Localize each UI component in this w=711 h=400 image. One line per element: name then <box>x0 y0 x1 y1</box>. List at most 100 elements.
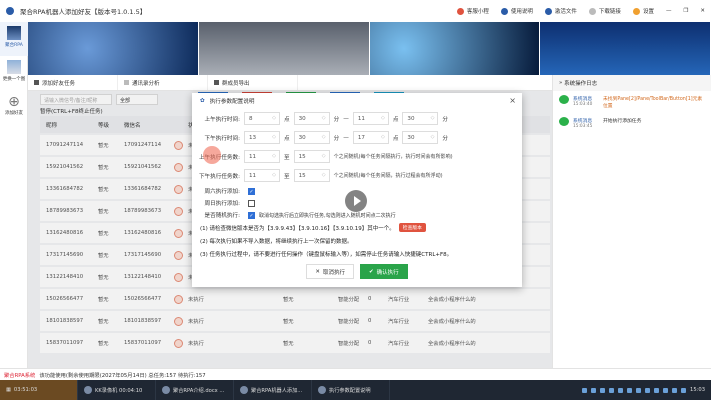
tray-icon[interactable] <box>600 387 606 393</box>
app-logo-icon <box>6 7 14 15</box>
tray-icon[interactable] <box>681 387 687 393</box>
taskbar-item[interactable]: 聚合RPA介绍.docx ... <box>156 380 234 400</box>
tray-icon[interactable] <box>582 387 588 393</box>
tray-icon[interactable] <box>627 387 633 393</box>
confirm-button[interactable]: ✔ 确认执行 <box>360 264 408 279</box>
tab-bar: 添加好友任务 通讯录分析 群成员导出 <box>28 75 552 91</box>
windows-icon <box>214 80 219 85</box>
tray-icon[interactable] <box>609 387 615 393</box>
task-count-row: 上午执行任务数:11至15个之间随机(每个任务间隔执行，执行时间会有所影响) <box>192 147 522 166</box>
taskbar-item-label: KK录像机 00:04:10 <box>95 387 143 394</box>
field-label: 下午执行任务数: <box>198 173 240 180</box>
note-text: (3) 任务执行过程中，请不要进行任何操作（键盘鼠标输入等），如需停止任务请输入… <box>200 251 453 258</box>
taskbar-item[interactable]: 聚合RPA机器人添加... <box>234 380 312 400</box>
number-stepper[interactable]: 17 <box>352 131 389 144</box>
log-sender: 系统消息 15:03:40 <box>573 95 599 109</box>
number-stepper[interactable]: 11 <box>244 150 280 163</box>
number-stepper[interactable]: 11 <box>244 169 280 182</box>
check-version-button[interactable]: 检查版本 <box>398 223 426 232</box>
banner-image <box>28 22 199 75</box>
tab-contacts[interactable]: 通讯录分析 <box>118 75 208 90</box>
log-panel-title: 系统操作日志 <box>564 81 598 87</box>
tray-icon[interactable] <box>591 387 597 393</box>
separator: — <box>343 115 349 122</box>
sidebar-item-add[interactable]: ⊕ 添加好友 <box>0 90 28 116</box>
app-icon <box>240 386 248 394</box>
tab-group-export[interactable]: 群成员导出 <box>208 75 298 90</box>
number-stepper[interactable]: 30 <box>293 131 330 144</box>
log-message: 系统消息 15:03:40 未找到Pane[2]/Pane/ToolBar/Butt… <box>553 91 711 113</box>
log-message: 系统消息 15:03:45 开始执行添加任务 <box>553 113 711 133</box>
tab-add-friends[interactable]: 添加好友任务 <box>28 75 118 90</box>
tray-clock: 15:03 <box>690 387 705 393</box>
dialog-title: 执行参数配置说明 <box>209 99 255 105</box>
number-stepper[interactable]: 11 <box>352 112 389 125</box>
sidebar-item-image[interactable]: 更换一个图 <box>0 56 28 90</box>
system-tray: 15:03 <box>582 387 711 393</box>
log-time: 15:03:40 <box>573 102 593 107</box>
top-action-settings[interactable]: 设置 <box>632 7 654 15</box>
number-stepper[interactable]: 13 <box>244 131 280 144</box>
start-button[interactable]: ▦ 03:51:03 <box>0 380 78 400</box>
status-bar: 聚合RPA系统 该功能使用(剩余使用期限(2027年05月14日) 总任务:15… <box>0 368 711 380</box>
cancel-button[interactable]: ✕ 取消执行 <box>306 264 354 279</box>
top-action-download[interactable]: 下载链接 <box>588 7 621 15</box>
tray-icon[interactable] <box>636 387 642 393</box>
checkbox[interactable]: ✓ <box>248 211 255 219</box>
app-icon <box>162 386 170 394</box>
time-row: 上午执行时间:8点30分—11点30分 <box>192 109 522 128</box>
checkbox[interactable]: ✓ <box>248 187 255 195</box>
top-action-activate[interactable]: 激活文件 <box>544 7 577 15</box>
task-count-row: 下午执行任务数: 11 至15个之间随机(每个任务间隔，执行过程会有所浮动) <box>192 166 522 185</box>
tray-icon[interactable] <box>645 387 651 393</box>
banner-image <box>198 22 370 75</box>
log-panel: » 系统操作日志 系统消息 15:03:40 未找到Pane[2]/Pane/Too… <box>552 75 711 368</box>
play-icon[interactable] <box>345 190 367 212</box>
top-action-service[interactable]: 客服小程 <box>456 7 489 15</box>
close-icon: ✕ <box>315 268 320 275</box>
taskbar-item-label: 执行参数配置说明 <box>329 387 371 394</box>
taskbar-item-label: 聚合RPA机器人添加... <box>251 387 303 394</box>
taskbar-item[interactable]: KK录像机 00:04:10 <box>78 380 156 400</box>
download-icon <box>588 8 596 15</box>
gear-icon <box>632 8 640 15</box>
field-label: 周六执行添加: <box>204 189 240 195</box>
tray-icon[interactable] <box>618 387 624 393</box>
minimize-button[interactable]: — <box>666 8 672 14</box>
restore-button[interactable]: ❐ <box>683 8 688 14</box>
taskbar: ▦ 03:51:03 KK录像机 00:04:10 聚合RPA介绍.docx ...… <box>0 380 711 400</box>
close-button[interactable]: ✕ <box>700 8 705 14</box>
field-label: 周日执行添加: <box>204 201 240 207</box>
unit-label: 分 <box>333 116 340 123</box>
title-bar: 聚合RPA机器人添加好友【版本号1.0.1.5】 客服小程 使用说明 激活文件 … <box>0 0 711 22</box>
separator: — <box>343 134 349 141</box>
wechat-icon <box>559 95 569 104</box>
document-icon <box>500 8 508 15</box>
number-stepper[interactable]: 30 <box>402 112 439 125</box>
tray-icon[interactable] <box>654 387 660 393</box>
number-stepper[interactable]: 15 <box>293 169 330 182</box>
status-brand: 聚合RPA系统 <box>4 372 36 379</box>
note-line: (2) 每次执行如果不导入数据，将继续执行上一次保留的数据。 <box>192 234 522 247</box>
wechat-icon <box>559 117 569 126</box>
log-sender: 系统消息 15:03:45 <box>573 117 599 129</box>
checkbox[interactable] <box>248 199 255 207</box>
number-stepper[interactable]: 30 <box>402 131 439 144</box>
image-icon <box>7 60 21 74</box>
log-text: 未找到Pane[2]/Pane/ToolBar/Button[1]元素位置 <box>603 97 703 109</box>
number-stepper[interactable]: 8 <box>244 112 280 125</box>
list-icon <box>34 80 39 85</box>
number-stepper[interactable]: 15 <box>293 150 330 163</box>
number-stepper[interactable]: 30 <box>293 112 330 125</box>
unit-label: 至 <box>284 173 290 180</box>
top-action-manual[interactable]: 使用说明 <box>500 7 533 15</box>
unit-label: 至 <box>284 154 290 161</box>
unit-label: 点 <box>392 135 399 142</box>
log-text: 开始执行添加任务 <box>603 119 642 124</box>
tray-icon[interactable] <box>672 387 678 393</box>
sidebar-item-home[interactable]: 聚合RPA <box>0 22 28 56</box>
banner <box>28 22 711 75</box>
dialog-close-button[interactable]: × <box>509 96 516 105</box>
tray-icon[interactable] <box>663 387 669 393</box>
taskbar-item[interactable]: 执行参数配置说明 <box>312 380 390 400</box>
